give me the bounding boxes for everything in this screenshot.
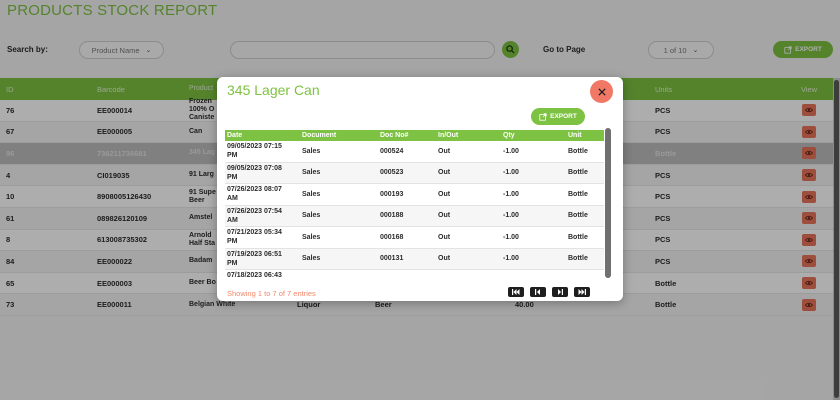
- cell-unit: Bottle: [568, 212, 588, 220]
- cell-date: 07/26/2023 07:54 AM: [227, 207, 282, 224]
- cell-unit: Bottle: [568, 233, 588, 241]
- modal-table-row[interactable]: 07/19/2023 06:51 PM Sales 000131 Out -1.00 Bo…: [225, 248, 604, 270]
- col-document-header[interactable]: Document: [302, 132, 380, 139]
- cell-document: Sales: [302, 190, 321, 198]
- modal-table-body: 09/05/2023 07:15 PM Sales 000524 Out -1.00 Bo…: [225, 141, 604, 278]
- cell-in-out: Out: [438, 147, 451, 155]
- cell-qty: -1.00: [503, 255, 519, 263]
- cell-qty: -1.00: [503, 190, 519, 198]
- modal-table-row[interactable]: 09/05/2023 07:08 PM Sales 000523 Out -1.00 Bo…: [225, 162, 604, 184]
- prev-page-icon: [535, 289, 540, 295]
- modal-table-row[interactable]: 07/21/2023 05:34 PM Sales 000168 Out -1.00 Bo…: [225, 227, 604, 249]
- first-page-icon: [512, 289, 520, 295]
- modal-table-row[interactable]: 09/05/2023 07:15 PM Sales 000524 Out -1.00 Bo…: [225, 141, 604, 163]
- cell-doc-no: 000168: [380, 233, 404, 241]
- cell-date: 09/05/2023 07:08 PM: [227, 164, 282, 181]
- stock-detail-modal: 345 Lager Can EXPORT Date Document Doc N…: [217, 77, 623, 301]
- cell-date: 07/26/2023 08:07 AM: [227, 186, 282, 203]
- cell-qty: -1.00: [503, 233, 519, 241]
- cell-in-out: Out: [438, 255, 451, 263]
- next-page-button[interactable]: [552, 287, 568, 297]
- cell-document: Sales: [302, 169, 321, 177]
- modal-table-row[interactable]: 07/18/2023 06:43 PM: [225, 270, 604, 278]
- cell-unit: Bottle: [568, 255, 588, 263]
- entries-info: Showing 1 to 7 of 7 entries: [227, 289, 316, 298]
- cell-document: Sales: [302, 233, 321, 241]
- last-page-button[interactable]: [574, 287, 590, 297]
- cell-unit: Bottle: [568, 190, 588, 198]
- pagination: [508, 287, 590, 297]
- cell-unit: Bottle: [568, 147, 588, 155]
- first-page-button[interactable]: [508, 287, 524, 297]
- modal-table: Date Document Doc No# In/Out Qty Unit 09…: [225, 130, 604, 278]
- modal-table-row[interactable]: 07/26/2023 08:07 AM Sales 000193 Out -1.00 Bo…: [225, 184, 604, 206]
- prev-page-button[interactable]: [530, 287, 546, 297]
- export-icon: [539, 112, 547, 121]
- cell-doc-no: 000193: [380, 190, 404, 198]
- modal-export-label: EXPORT: [550, 113, 577, 120]
- modal-scrollbar-thumb[interactable]: [605, 128, 611, 278]
- cell-date: 09/05/2023 07:15 PM: [227, 143, 282, 160]
- cell-date: 07/19/2023 06:51 PM: [227, 250, 282, 267]
- cell-in-out: Out: [438, 169, 451, 177]
- modal-table-header: Date Document Doc No# In/Out Qty Unit: [225, 130, 604, 141]
- cell-date: 07/21/2023 05:34 PM: [227, 229, 282, 246]
- cell-document: Sales: [302, 147, 321, 155]
- cell-qty: -1.00: [503, 147, 519, 155]
- col-qty-header[interactable]: Qty: [503, 132, 568, 139]
- modal-title: 345 Lager Can: [227, 82, 320, 98]
- cell-in-out: Out: [438, 190, 451, 198]
- close-button[interactable]: [590, 80, 613, 103]
- close-icon: [597, 87, 606, 96]
- last-page-icon: [578, 289, 586, 295]
- cell-document: Sales: [302, 212, 321, 220]
- cell-doc-no: 000524: [380, 147, 404, 155]
- cell-document: Sales: [302, 255, 321, 263]
- cell-in-out: Out: [438, 233, 451, 241]
- next-page-icon: [558, 289, 563, 295]
- col-unit-header[interactable]: Unit: [568, 132, 604, 139]
- cell-doc-no: 000188: [380, 212, 404, 220]
- col-docno-header[interactable]: Doc No#: [380, 132, 438, 139]
- cell-date: 07/18/2023 06:43 PM: [227, 272, 282, 278]
- col-date-header[interactable]: Date: [225, 131, 302, 140]
- modal-scrollbar[interactable]: [605, 128, 611, 278]
- cell-qty: -1.00: [503, 212, 519, 220]
- cell-qty: -1.00: [503, 169, 519, 177]
- col-inout-header[interactable]: In/Out: [438, 132, 503, 139]
- cell-doc-no: 000131: [380, 255, 404, 263]
- cell-doc-no: 000523: [380, 169, 404, 177]
- modal-table-row[interactable]: 07/26/2023 07:54 AM Sales 000188 Out -1.00 Bo…: [225, 205, 604, 227]
- cell-in-out: Out: [438, 212, 451, 220]
- cell-unit: Bottle: [568, 169, 588, 177]
- modal-export-button[interactable]: EXPORT: [531, 108, 585, 125]
